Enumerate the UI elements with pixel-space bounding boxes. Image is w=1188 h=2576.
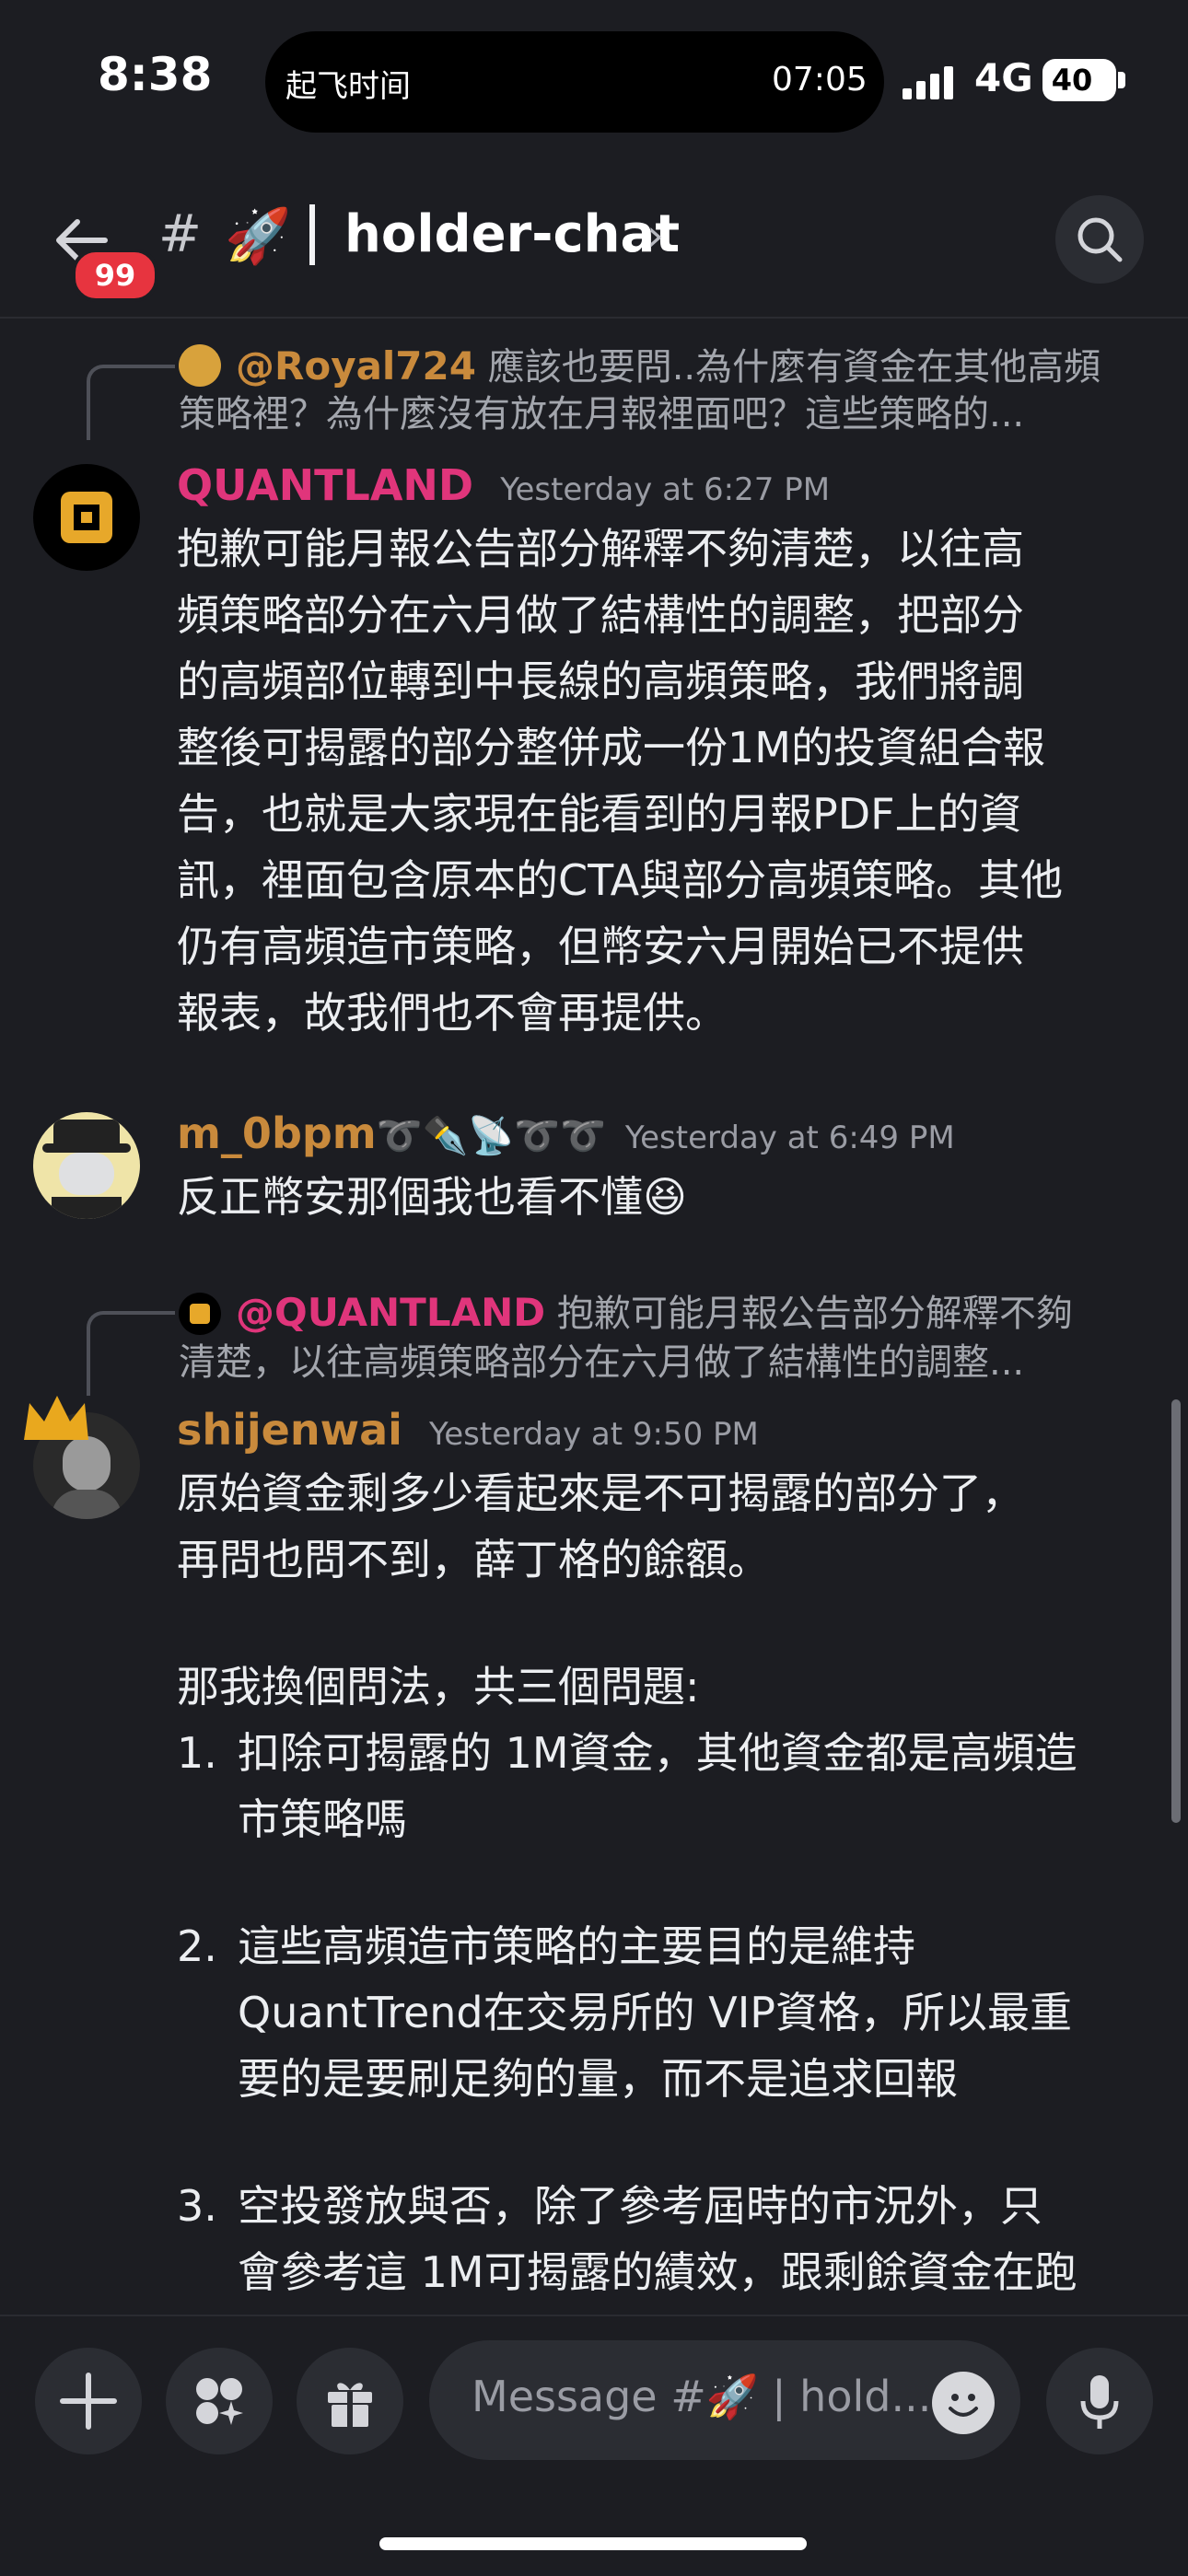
channel-emoji: 🚀 xyxy=(225,204,292,267)
message-line: 報表，故我們也不會再提供。 xyxy=(177,988,728,1038)
reply-preview-text: 應該也要問..為什麼有資金在其他高頻 xyxy=(487,346,1101,389)
list-number: 1. xyxy=(177,1728,217,1778)
list-item: 3. 空投發放與否，除了參考屆時的市況外，只 會參考這 1M可揭露的績效，跟剩餘… xyxy=(177,2173,1162,2305)
message-line: 再問也問不到，薛丁格的餘額。 xyxy=(177,1535,770,1584)
message-line: 仍有高頻造市策略，但幣安六月開始已不提供 xyxy=(177,922,1024,971)
reply-preview-text: 抱歉可能月報公告部分解釋不夠 xyxy=(556,1293,1073,1335)
placeholder-suffix: | hold... xyxy=(772,2372,932,2421)
message-line: 告，也就是大家現在能看到的月報PDF上的資 xyxy=(177,789,1022,839)
list-line: 扣除可揭露的 1M資金，其他資金都是高頻造 xyxy=(238,1728,1077,1778)
reply-avatar xyxy=(179,1293,221,1335)
channel-separator xyxy=(309,204,315,265)
message-line: 頻策略部分在六月做了結構性的調整，把部分 xyxy=(177,590,1024,640)
battery-cap xyxy=(1118,72,1125,88)
message-timestamp: Yesterday at 9:50 PM xyxy=(429,1416,759,1453)
message-author[interactable]: QUANTLAND xyxy=(177,460,473,510)
battery-level: 40 xyxy=(1051,63,1093,98)
signal-icon xyxy=(903,64,954,99)
gift-button[interactable] xyxy=(297,2348,403,2454)
apps-button[interactable] xyxy=(166,2348,273,2454)
list-line: 要的是要刷足夠的量，而不是追求回報 xyxy=(238,2054,958,2104)
message-line: 的高頻部位轉到中長線的高頻策略，我們將調 xyxy=(177,656,1024,706)
channel-hash-icon: # xyxy=(158,204,202,264)
avatar[interactable] xyxy=(33,464,140,571)
reply-preview-text-2: 清楚，以往高頻策略部分在六月做了結構性的調整... xyxy=(179,1341,1025,1384)
search-icon xyxy=(1077,217,1123,262)
placeholder-emoji: 🚀 xyxy=(705,2372,760,2421)
scrollbar[interactable] xyxy=(1171,1399,1181,1823)
reply-avatar xyxy=(179,344,221,387)
message-line: 那我換個問法，共三個問題: xyxy=(177,1662,700,1712)
reply-preview[interactable]: @QUANTLAND 抱歉可能月報公告部分解釋不夠 xyxy=(236,1289,1147,1338)
apps-icon xyxy=(196,2378,243,2425)
list-item: 2. 這些高頻造市策略的主要目的是維持 QuantTrend在交易所的 VIP資… xyxy=(177,1913,1162,2112)
message-author[interactable]: m_0bpm xyxy=(177,1108,377,1158)
message-line: 整後可揭露的部分整併成一份1M的投資組合報 xyxy=(177,723,1045,772)
microphone-icon xyxy=(1080,2375,1119,2429)
reply-connector xyxy=(87,365,175,440)
chevron-right-icon[interactable]: › xyxy=(646,210,664,261)
reply-preview[interactable]: @Royal724 應該也要問..為什麼有資金在其他高頻 xyxy=(236,342,1147,391)
reply-mention[interactable]: @QUANTLAND xyxy=(236,1290,545,1335)
message-body: 原始資金剩多少看起來是不可揭露的部分了， 再問也問不到，薛丁格的餘額。 那我換個… xyxy=(177,1460,1162,2305)
plus-icon xyxy=(60,2373,117,2430)
reply-preview-text-2: 策略裡？為什麼沒有放在月報裡面吧？這些策略的... xyxy=(179,393,1025,435)
message-timestamp: Yesterday at 6:49 PM xyxy=(624,1120,955,1156)
network-type: 4G xyxy=(974,55,1033,100)
message-line: 反正幣安那個我也看不懂😆 xyxy=(177,1172,687,1222)
placeholder-prefix: Message # xyxy=(472,2372,706,2421)
message-timestamp: Yesterday at 6:27 PM xyxy=(500,471,831,508)
gift-icon xyxy=(328,2383,372,2427)
unread-badge: 99 xyxy=(72,249,158,302)
list-line: 這些高頻造市策略的主要目的是維持 xyxy=(238,1921,915,1971)
avatar[interactable] xyxy=(33,1112,140,1219)
island-label: 起飞时间 xyxy=(285,68,411,105)
message-line: 訊，裡面包含原本的CTA與部分高頻策略。其他 xyxy=(177,855,1064,905)
voice-button[interactable] xyxy=(1046,2348,1153,2454)
message-author[interactable]: shijenwai xyxy=(177,1405,402,1455)
list-line: 會參考這 1M可揭露的績效，跟剩餘資金在跑 xyxy=(238,2247,1077,2297)
message-line: 抱歉可能月報公告部分解釋不夠清楚，以往高 xyxy=(177,524,1024,574)
list-item: 1. 扣除可揭露的 1M資金，其他資金都是高頻造 市策略嗎 xyxy=(177,1720,1162,1852)
reply-connector xyxy=(87,1311,175,1396)
emoji-button[interactable] xyxy=(932,2372,995,2434)
battery-icon: 40 xyxy=(1042,59,1116,101)
home-indicator[interactable] xyxy=(379,2537,807,2550)
list-number: 3. xyxy=(177,2181,217,2231)
list-number: 2. xyxy=(177,1921,217,1971)
message-line: 原始資金剩多少看起來是不可揭露的部分了， xyxy=(177,1468,1024,1518)
add-button[interactable] xyxy=(35,2348,142,2454)
channel-name[interactable]: holder-chat xyxy=(344,204,680,264)
search-button[interactable] xyxy=(1055,195,1144,284)
island-time: 07:05 xyxy=(772,61,868,99)
header-divider xyxy=(0,317,1188,319)
list-line: 市策略嗎 xyxy=(238,1794,407,1844)
reply-mention[interactable]: @Royal724 xyxy=(236,343,476,389)
crown-icon xyxy=(24,1396,88,1440)
message-body: 抱歉可能月報公告部分解釋不夠清楚，以往高 頻策略部分在六月做了結構性的調整，把部… xyxy=(177,516,1162,1046)
message-body: 反正幣安那個我也看不懂😆 xyxy=(177,1164,1162,1230)
list-line: QuantTrend在交易所的 VIP資格，所以最重 xyxy=(238,1988,1073,2037)
emoji-icon xyxy=(949,2394,978,2417)
status-time: 8:38 xyxy=(98,48,213,101)
list-line: 空投發放與否，除了參考屆時的市況外，只 xyxy=(238,2181,1042,2231)
message-placeholder: Message #🚀 | hold... xyxy=(472,2372,931,2422)
author-decoration: ➰✒️📡➰➰ xyxy=(376,1115,606,1157)
